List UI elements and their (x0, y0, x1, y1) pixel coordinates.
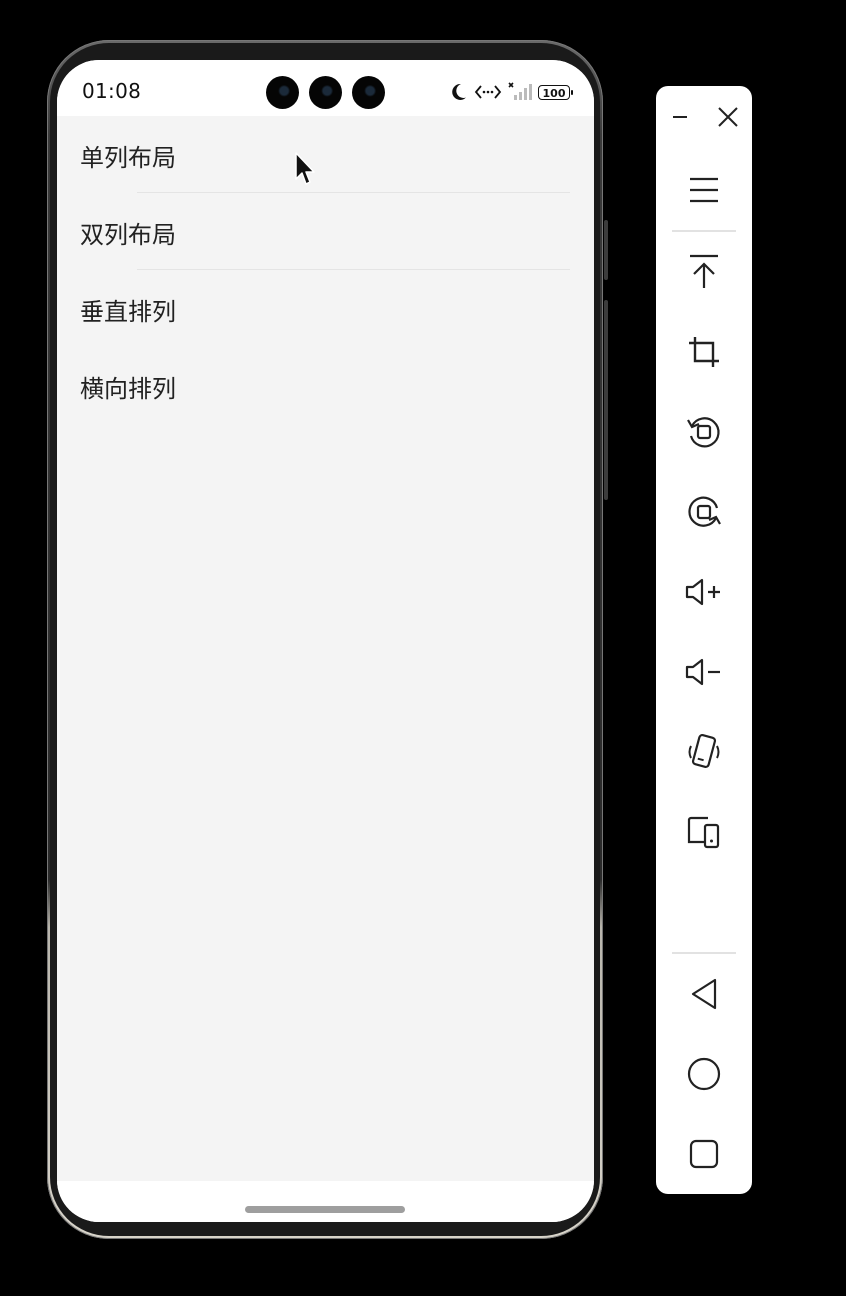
data-transfer-icon (474, 85, 502, 99)
camera-icon (266, 76, 299, 109)
rotate-left-icon (687, 417, 720, 448)
home-button[interactable] (674, 1044, 734, 1104)
list-item[interactable]: 单列布局 (57, 116, 594, 193)
list-item-label: 单列布局 (80, 144, 176, 172)
camera-icon (309, 76, 342, 109)
status-bar: 01:08 100 (57, 60, 594, 116)
phone-side-button (604, 220, 608, 280)
multi-device-icon (687, 816, 720, 849)
camera-icon (352, 76, 385, 109)
minimize-icon (673, 116, 687, 118)
shake-button[interactable] (674, 722, 734, 782)
status-time: 01:08 (82, 79, 142, 103)
status-icons: 100 (448, 80, 573, 104)
home-icon (687, 1057, 721, 1091)
list-item-label: 横向排列 (80, 375, 176, 403)
minimize-button[interactable] (656, 87, 704, 147)
list-item[interactable]: 垂直排列 (57, 270, 594, 347)
screenshot-crop-button[interactable] (674, 322, 734, 382)
emulator-toolbar (656, 86, 752, 1194)
volume-up-icon (685, 578, 720, 606)
toolbar-divider (672, 230, 736, 232)
battery-icon: 100 (538, 84, 573, 100)
layout-list: 单列布局 双列布局 垂直排列 横向排列 (57, 116, 594, 424)
volume-down-icon (685, 658, 720, 686)
volume-up-button[interactable] (674, 562, 734, 622)
list-item[interactable]: 双列布局 (57, 193, 594, 270)
back-icon (691, 978, 717, 1010)
rotate-right-button[interactable] (674, 482, 734, 542)
rotate-left-button[interactable] (674, 402, 734, 462)
recents-button[interactable] (674, 1124, 734, 1184)
recents-icon (689, 1139, 719, 1169)
no-signal-icon (508, 82, 532, 100)
menu-icon (690, 177, 718, 203)
toolbar-divider (672, 952, 736, 954)
pin-to-top-icon (690, 254, 718, 288)
crop-icon (689, 337, 719, 367)
volume-down-button[interactable] (674, 642, 734, 702)
list-item-label: 双列布局 (80, 221, 176, 249)
do-not-disturb-moon-icon (452, 83, 466, 100)
back-button[interactable] (674, 964, 734, 1024)
list-item[interactable]: 横向排列 (57, 347, 594, 424)
phone-side-button (604, 300, 608, 500)
close-button[interactable] (704, 87, 752, 147)
list-item-label: 垂直排列 (80, 298, 176, 326)
gesture-nav-area (57, 1181, 594, 1222)
rotate-right-icon (688, 496, 721, 527)
menu-button[interactable] (674, 160, 734, 220)
emulator-stage: 01:08 100 单列布局 双列布局 垂直排列 横向排列 (0, 0, 846, 1296)
home-indicator[interactable] (245, 1206, 405, 1213)
shake-icon (688, 734, 720, 768)
mouse-cursor-icon (295, 152, 315, 185)
pin-to-top-button[interactable] (674, 242, 734, 302)
multi-device-button[interactable] (674, 802, 734, 862)
close-icon (718, 107, 738, 127)
phone-screen: 01:08 100 单列布局 双列布局 垂直排列 横向排列 (57, 60, 594, 1222)
